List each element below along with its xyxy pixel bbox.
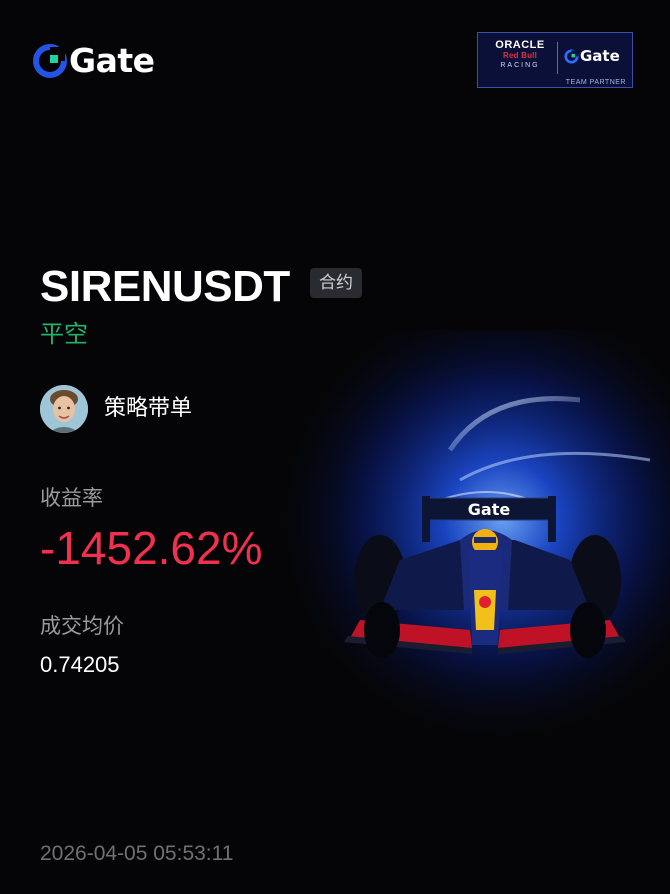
brand-name: Gate [69,41,155,80]
oracle-redbull-racing-logo: ORACLE Red Bull RACING [486,39,554,70]
avatar-icon [40,385,88,433]
partner-gate-logo: Gate [564,47,620,65]
team-partner-badge: ORACLE Red Bull RACING Gate TEAM PARTNER [477,32,633,88]
gate-logo-icon [564,48,579,64]
partner-divider [557,42,558,74]
trader-name: 策略带单 [104,396,193,421]
team-partner-text: TEAM PARTNER [565,79,626,86]
trading-pair-symbol: SIRENUSDT [40,262,290,311]
contract-type-tag: 合约 [310,268,362,298]
f1-car-illustration: Gate [344,496,626,658]
racing-text: RACING [500,62,540,69]
share-card: Gate ORACLE Red Bull RACING Gate TEAM PA… [0,0,670,894]
gate-logo-icon [33,44,67,78]
red-bull-text: Red Bull [502,51,538,60]
roi-value: -1452.62% [40,522,263,574]
avg-price-label: 成交均价 [40,614,124,638]
timestamp: 2026-04-05 05:53:11 [40,842,234,865]
svg-text:Gate: Gate [468,500,511,519]
partner-gate-text: Gate [580,47,620,65]
position-side: 平空 [40,320,88,348]
avg-price-value: 0.74205 [40,652,120,677]
gate-logo: Gate [33,44,155,78]
roi-label: 收益率 [40,486,103,510]
oracle-text: ORACLE [495,39,545,51]
